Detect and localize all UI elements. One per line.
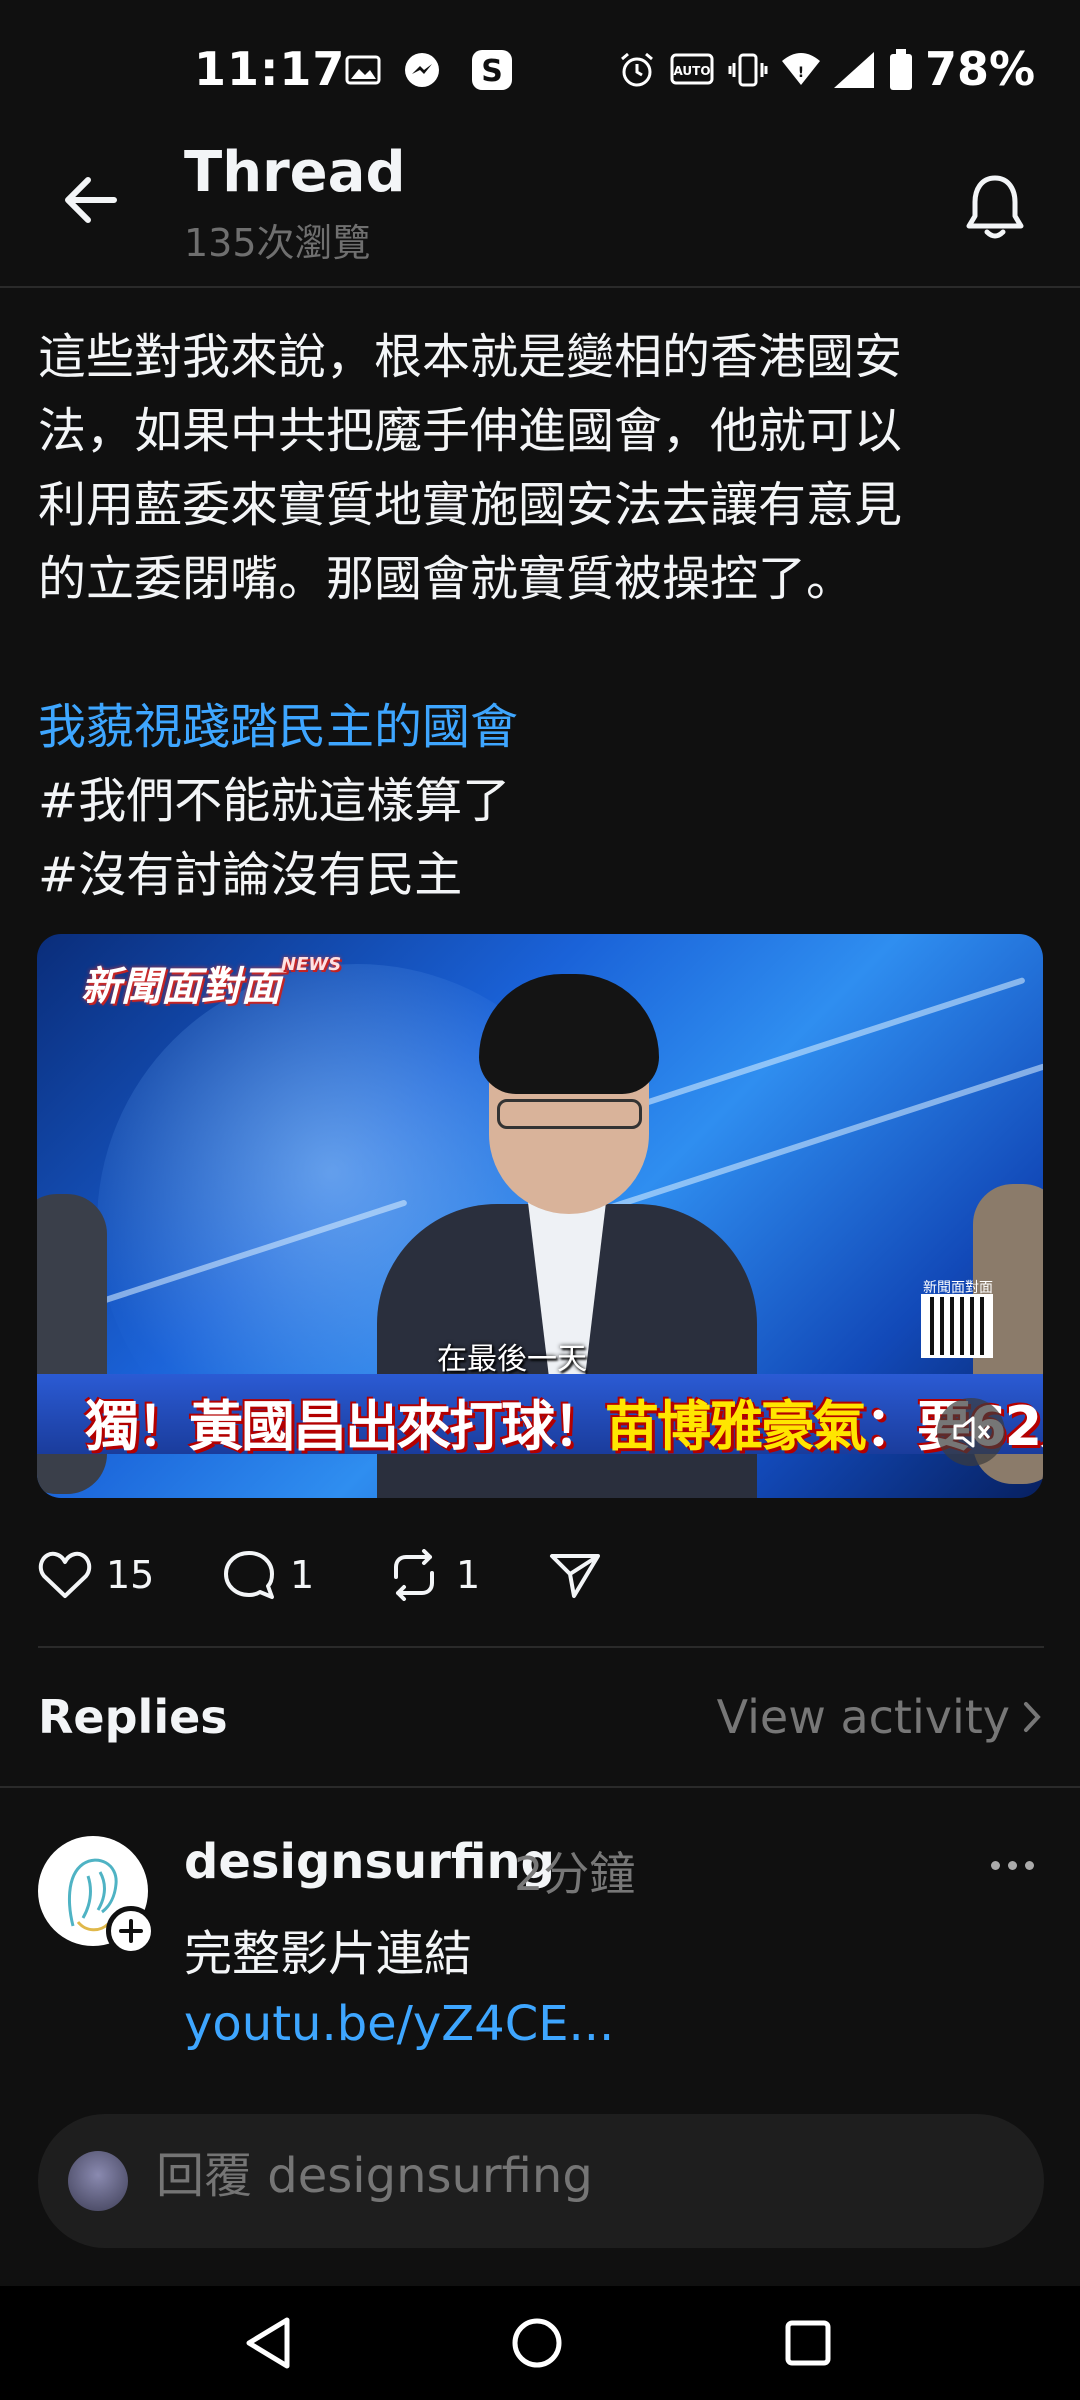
alarm-icon bbox=[618, 50, 656, 90]
hashtag[interactable]: #沒有討論沒有民主 bbox=[38, 838, 1048, 912]
reply-username[interactable]: designsurfing bbox=[184, 1834, 555, 1890]
nav-recents-button[interactable] bbox=[768, 2308, 848, 2378]
repost-button[interactable]: 1 bbox=[386, 1540, 480, 1610]
system-nav-bar bbox=[0, 2286, 1080, 2400]
post-actions: 15 1 1 bbox=[38, 1540, 1048, 1610]
news-logo: 新聞面對面NEWS bbox=[81, 954, 341, 1012]
post-text-line: 利用藍委來實質地實施國安法去讓有意見 bbox=[38, 477, 903, 533]
ticker-part: 獨！黃國昌出來打球！ bbox=[85, 1395, 607, 1458]
chevron-right-icon bbox=[1024, 1702, 1041, 1732]
mute-button[interactable] bbox=[937, 1398, 1005, 1466]
like-count: 15 bbox=[106, 1553, 155, 1597]
ticker-text: 獨！黃國昌出來打球！苗博雅豪氣：要62人車輪戰也可以？ bbox=[85, 1382, 1043, 1461]
repost-count: 1 bbox=[456, 1553, 481, 1597]
messenger-icon bbox=[400, 50, 444, 90]
svg-text:S: S bbox=[481, 54, 503, 89]
dot bbox=[990, 1860, 1000, 1870]
reply-text: 完整影片連結 bbox=[184, 1926, 473, 1982]
post-body: 這些對我來說，根本就是變相的香港國安 法，如果中共把魔手伸進國會，他就可以 利用… bbox=[38, 320, 1048, 912]
divider bbox=[38, 1646, 1044, 1648]
auto-hz-icon: AUTO bbox=[670, 50, 714, 90]
plus-icon bbox=[119, 1919, 143, 1943]
vibrate-icon bbox=[728, 50, 768, 90]
circle-home-icon bbox=[512, 2318, 562, 2368]
ticker-highlight: 苗博雅豪氣 bbox=[605, 1395, 867, 1458]
reply-input[interactable] bbox=[156, 2148, 996, 2204]
image-icon bbox=[345, 50, 381, 90]
view-count: 135次瀏覽 bbox=[184, 221, 371, 265]
repost-icon bbox=[394, 1549, 434, 1601]
video-caption: 在最後一天 bbox=[437, 1342, 587, 1377]
post-text-line: 法，如果中共把魔手伸進國會，他就可以 bbox=[38, 403, 903, 459]
comment-count: 1 bbox=[290, 1553, 315, 1597]
status-time: 11:17 bbox=[194, 42, 346, 96]
qr-code bbox=[921, 1294, 993, 1358]
replies-heading: Replies bbox=[38, 1690, 228, 1744]
bell-icon bbox=[966, 175, 1024, 239]
notification-button[interactable] bbox=[950, 162, 1040, 252]
reply-composer[interactable] bbox=[38, 2114, 1044, 2248]
news-ticker: 獨！黃國昌出來打球！苗博雅豪氣：要62人車輪戰也可以？ bbox=[37, 1374, 1043, 1458]
arrow-left-icon bbox=[65, 177, 117, 223]
svg-text:!: ! bbox=[798, 65, 804, 81]
view-activity-link[interactable]: View activity bbox=[717, 1690, 1042, 1744]
thread-header: Thread 135次瀏覽 bbox=[0, 140, 1080, 288]
news-logo-badge: NEWS bbox=[281, 954, 342, 975]
news-logo-text: 新聞面對面 bbox=[81, 964, 281, 1010]
nav-home-button[interactable] bbox=[497, 2308, 577, 2378]
reply-timestamp: 2分鐘 bbox=[514, 1847, 636, 1901]
s-app-icon: S bbox=[470, 50, 514, 90]
post-text-line: 的立委閉嘴。那國會就實質被操控了。 bbox=[38, 551, 855, 607]
own-avatar bbox=[68, 2151, 128, 2211]
triangle-back-icon bbox=[246, 2317, 290, 2369]
hashtag[interactable]: #我們不能就這樣算了 bbox=[38, 764, 1048, 838]
dot bbox=[1024, 1860, 1034, 1870]
comment-icon bbox=[224, 1551, 274, 1599]
dot bbox=[1007, 1860, 1017, 1870]
nav-back-button[interactable] bbox=[228, 2308, 308, 2378]
share-button[interactable] bbox=[548, 1540, 602, 1610]
divider bbox=[0, 1786, 1080, 1788]
signal-icon bbox=[832, 50, 876, 90]
post-link[interactable]: 我藐視踐踏民主的國會 bbox=[38, 690, 1048, 764]
comment-button[interactable]: 1 bbox=[222, 1540, 314, 1610]
battery-icon bbox=[888, 49, 914, 90]
wifi-icon: ! bbox=[780, 50, 822, 90]
square-recents-icon bbox=[785, 2320, 831, 2366]
heart-icon bbox=[38, 1551, 92, 1598]
post-text-line: 這些對我來說，根本就是變相的香港國安 bbox=[38, 329, 903, 385]
send-icon bbox=[550, 1554, 600, 1598]
post-video[interactable]: 新聞面對面NEWS 新聞面對面 在最後一天 獨！黃國昌出來打球！苗博雅豪氣：要6… bbox=[37, 934, 1043, 1498]
view-activity-label: View activity bbox=[716, 1690, 1010, 1744]
like-button[interactable]: 15 bbox=[38, 1540, 154, 1610]
more-options-button[interactable] bbox=[982, 1840, 1042, 1890]
follow-button[interactable] bbox=[106, 1906, 156, 1956]
svg-text:AUTO: AUTO bbox=[673, 64, 710, 78]
speaker-muted-icon bbox=[953, 1416, 991, 1448]
reply-link[interactable]: youtu.be/yZ4CE... bbox=[184, 1996, 614, 2052]
battery-percentage: 78% bbox=[925, 42, 1036, 96]
back-button[interactable] bbox=[50, 160, 130, 240]
status-bar: 11:17 S AUTO ! 78% bbox=[0, 0, 1080, 140]
page-title: Thread bbox=[184, 140, 406, 205]
